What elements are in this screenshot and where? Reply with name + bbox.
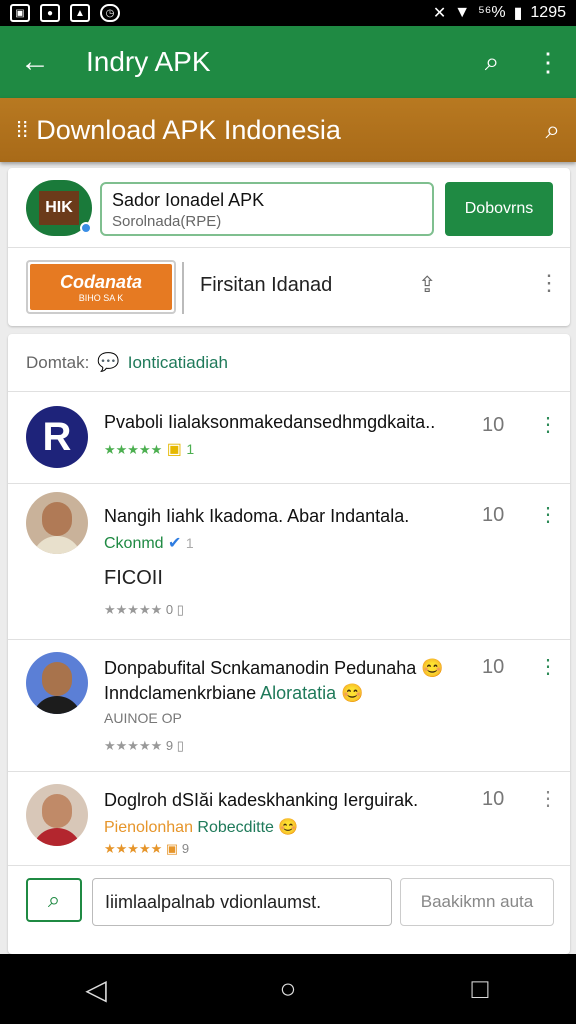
- app-header-row: HIK Sador Ionadel APK Sorolnada(RPE) Dob…: [8, 168, 570, 248]
- developer-badge[interactable]: Codanata BIHO SA K: [26, 260, 176, 314]
- secondary-label: Firsitan Idanad: [200, 274, 333, 296]
- site-banner: ⁞⁞ Download APK Indonesia ⌕: [0, 98, 576, 162]
- battery-icon: ▮: [513, 5, 523, 22]
- app-info-row: Codanata BIHO SA K Firsitan Idanad ⇪ ⋮: [8, 248, 570, 326]
- app-card: HIK Sador Ionadel APK Sorolnada(RPE) Dob…: [8, 168, 570, 326]
- review-score: 10: [482, 504, 505, 526]
- review-more-icon[interactable]: ⋮: [538, 412, 558, 437]
- comment-search-icon[interactable]: ⌕: [26, 878, 82, 922]
- review-score: 10: [482, 656, 505, 678]
- reviews-header: Domtak: 💬 Ionticatiadiah: [8, 334, 570, 392]
- home-nav-icon[interactable]: ○: [258, 973, 318, 1005]
- review-title-tag: Aloratatia 😊: [260, 683, 364, 703]
- comment-input[interactable]: Iiimlaalpalnab vdionlaumst.: [92, 878, 392, 926]
- review-title: Pvaboli Iialaksonmakedansedhmgdkaita..: [104, 412, 436, 432]
- signal-icon: ✕: [432, 5, 447, 22]
- divider: [182, 262, 184, 314]
- reviews-value[interactable]: Ionticatiadiah: [128, 353, 228, 373]
- back-nav-icon[interactable]: ◁: [66, 973, 126, 1006]
- badge-icon: ▣: [166, 441, 182, 458]
- review-more-icon[interactable]: ⋮: [538, 502, 558, 527]
- download-button[interactable]: Dobovrns: [445, 182, 553, 236]
- review-more-icon[interactable]: ⋮: [538, 786, 558, 811]
- banner-search-icon[interactable]: ⌕: [545, 114, 560, 146]
- review-meta-count: 0: [165, 602, 174, 617]
- sim-icon: ▣: [10, 4, 30, 22]
- reviews-label: Domtak:: [26, 352, 90, 372]
- review-item: Doglroh dSIăi kadeskhanking Ierguirak. P…: [8, 772, 570, 866]
- review-score: 10: [482, 414, 505, 436]
- star-rating: ★★★★★: [104, 442, 163, 457]
- notification-icons: ▣ ● ▲ ◷: [10, 4, 120, 22]
- image-icon: ▲: [70, 4, 90, 22]
- more-options-icon[interactable]: ⋮: [538, 270, 560, 296]
- review-title: Nangih Iiahk Ikadoma. Abar Indantala.: [104, 506, 410, 526]
- badge-title: Codanata: [59, 271, 142, 292]
- review-extra: FICOII: [104, 567, 163, 589]
- overflow-menu-icon[interactable]: ⋮: [520, 47, 576, 78]
- review-meta: 9: [165, 738, 174, 753]
- app-icon-text: HIK: [39, 191, 79, 225]
- avatar[interactable]: [26, 492, 88, 554]
- review-meta: 1: [185, 535, 194, 551]
- app-subtitle: Sorolnada(RPE): [112, 213, 222, 230]
- system-nav-bar: ◁ ○ □: [0, 954, 576, 1024]
- review-title: Donpabufital Scnkamanodin Pedunaha 😊: [104, 658, 444, 678]
- reviews-card: Domtak: 💬 Ionticatiadiah R Pvaboli Iiala…: [8, 334, 570, 954]
- badge-subtitle: BIHO SA K: [78, 292, 124, 303]
- app-icon: HIK: [26, 180, 92, 236]
- file-icon: ▯: [176, 738, 184, 753]
- clock-icon: ◷: [100, 4, 120, 22]
- share-icon[interactable]: ⇪: [418, 272, 436, 298]
- avatar[interactable]: R: [26, 406, 88, 468]
- review-item: Nangih Iiahk Ikadoma. Abar Indantala. Ck…: [8, 484, 570, 640]
- review-author: Ckonmd: [104, 535, 164, 552]
- star-rating: ★★★★★: [104, 738, 163, 753]
- app-bar-title: Indry APK: [86, 46, 211, 77]
- review-title-line2: Inndclamenkrbiane: [104, 683, 257, 703]
- app-name: Sador Ionadel APK: [112, 190, 265, 210]
- review-author: AUINOE OP: [104, 710, 182, 726]
- chat-bubble-icon: 💬: [97, 352, 120, 372]
- star-rating: ★★★★★: [104, 841, 163, 856]
- review-author-tag: Robecditte 😊: [197, 819, 299, 836]
- app-bar: ← Indry APK ⌕ ⋮: [0, 26, 576, 98]
- review-item: R Pvaboli Iialaksonmakedansedhmgdkaita..…: [8, 392, 570, 484]
- avatar[interactable]: [26, 652, 88, 714]
- search-icon[interactable]: ⌕: [464, 46, 520, 78]
- submit-button[interactable]: Baakikmn auta: [400, 878, 554, 926]
- app-name-box[interactable]: Sador Ionadel APK Sorolnada(RPE): [100, 182, 434, 236]
- logo-icon: ⁞⁞: [16, 117, 29, 142]
- verified-dot-icon: [80, 222, 92, 234]
- status-bar: ▣ ● ▲ ◷ ✕ ▼ ⁵⁶% ▮ 1295: [0, 0, 576, 26]
- review-item: Donpabufital Scnkamanodin Pedunaha 😊 Inn…: [8, 640, 570, 772]
- wifi-icon: ▼: [454, 4, 471, 21]
- battery-percent: ⁵⁶%: [478, 4, 506, 21]
- review-meta: 9: [181, 841, 190, 856]
- photo-icon: ●: [40, 4, 60, 22]
- avatar[interactable]: [26, 784, 88, 846]
- badge-icon: ▣: [165, 841, 179, 856]
- recents-nav-icon[interactable]: □: [450, 973, 510, 1005]
- review-author: Pienolonhan: [104, 819, 193, 836]
- star-rating: ★★★★★: [104, 602, 163, 617]
- review-title: Doglroh dSIăi kadeskhanking Ierguirak.: [104, 790, 419, 810]
- banner-title: Download APK Indonesia: [36, 114, 341, 145]
- back-arrow-icon[interactable]: ←: [0, 45, 70, 79]
- review-more-icon[interactable]: ⋮: [538, 654, 558, 679]
- review-score: 10: [482, 788, 505, 810]
- comment-composer: ⌕ Iiimlaalpalnab vdionlaumst. Baakikmn a…: [8, 866, 570, 936]
- file-icon: ▯: [176, 602, 184, 617]
- review-meta: 1: [186, 441, 195, 457]
- clock: 1295: [530, 4, 566, 21]
- verified-icon: ✔: [168, 535, 182, 552]
